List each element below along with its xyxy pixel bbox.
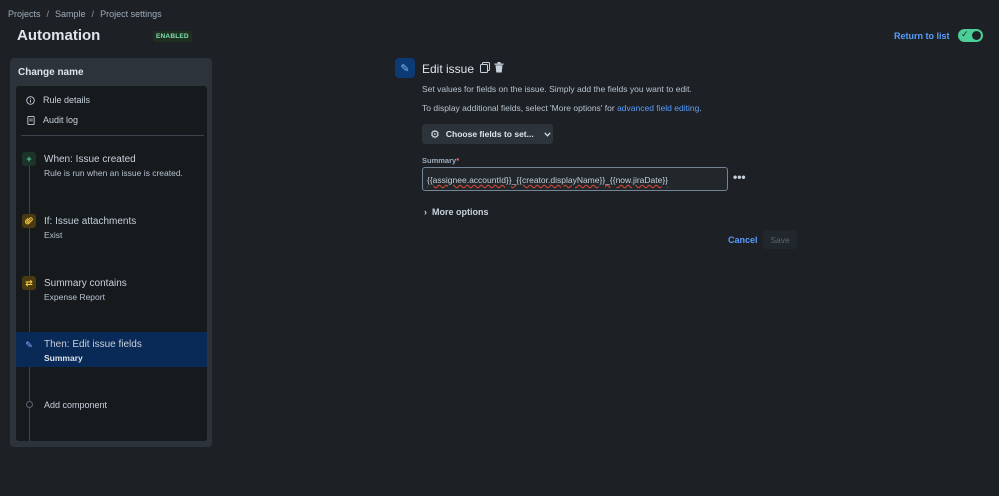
document-icon — [26, 115, 35, 125]
step-title: If: Issue attachments — [44, 216, 137, 227]
hint-suffix: . — [699, 103, 702, 113]
summary-input[interactable]: {{assignee.accountId}}_{{creator.display… — [422, 167, 728, 191]
audit-log-item[interactable]: Audit log — [26, 115, 78, 125]
step-subtitle: Rule is run when an issue is created. — [44, 168, 183, 178]
add-component-button[interactable]: Add component — [44, 400, 107, 410]
rule-component-list: Rule details Audit log + When: Issue cre… — [16, 86, 207, 441]
step-title: When: Issue created — [44, 154, 136, 165]
required-marker: * — [456, 156, 460, 165]
rule-name-button[interactable]: Change name — [18, 67, 84, 78]
copy-icon[interactable] — [480, 62, 490, 76]
chevron-right-icon: › — [424, 207, 427, 217]
breadcrumb-separator: / — [46, 9, 50, 19]
breadcrumb: Projects / Sample / Project settings — [8, 9, 162, 19]
gear-icon: ⚙ — [430, 128, 440, 141]
paperclip-icon — [22, 214, 36, 228]
toggle-knob — [972, 31, 981, 40]
rule-enabled-toggle[interactable]: ✓ — [958, 29, 983, 42]
plus-icon: + — [22, 152, 36, 166]
advanced-field-editing-link[interactable]: advanced field editing — [617, 103, 699, 113]
status-badge: ENABLED — [153, 31, 192, 42]
editor-description: Set values for fields on the issue. Simp… — [422, 84, 692, 94]
hint-text: To display additional fields, select 'Mo… — [422, 103, 618, 113]
choose-fields-label: Choose fields to set... — [445, 129, 534, 139]
check-icon: ✓ — [961, 29, 969, 39]
cancel-button[interactable]: Cancel — [728, 235, 758, 245]
step-subtitle: Exist — [44, 230, 63, 240]
breadcrumb-separator: / — [91, 9, 95, 19]
audit-log-label: Audit log — [43, 115, 79, 125]
breadcrumb-project-settings[interactable]: Project settings — [100, 9, 162, 19]
timeline-line — [29, 156, 30, 441]
pencil-icon: ✎ — [395, 58, 415, 78]
step-subtitle: Expense Report — [44, 292, 105, 302]
rule-details-label: Rule details — [43, 95, 91, 105]
editor-advanced-hint: To display additional fields, select 'Mo… — [422, 103, 702, 113]
step-title: Summary contains — [44, 278, 127, 289]
breadcrumb-sample[interactable]: Sample — [55, 9, 86, 19]
more-options-label: More options — [432, 207, 489, 217]
step-then-edit-issue-fields[interactable]: ✎ Then: Edit issue fields Summary — [16, 332, 207, 367]
rule-details-item[interactable]: Rule details — [26, 95, 90, 105]
more-options-toggle[interactable]: › More options — [424, 207, 489, 217]
page-title: Automation — [17, 27, 101, 44]
more-actions-icon[interactable]: ••• — [733, 170, 746, 184]
info-icon — [26, 95, 35, 105]
chevron-down-icon — [544, 129, 551, 139]
step-title: Then: Edit issue fields — [44, 339, 142, 350]
divider — [21, 135, 204, 136]
shuffle-icon: ⇄ — [22, 276, 36, 290]
step-subtitle: Summary — [44, 353, 83, 363]
editor-title: Edit issue — [422, 62, 475, 76]
save-button[interactable]: Save — [763, 230, 797, 249]
breadcrumb-projects[interactable]: Projects — [8, 9, 41, 19]
summary-field-label: Summary* — [422, 156, 459, 165]
summary-input-value: {{assignee.accountId}}_{{creator.display… — [427, 175, 669, 185]
summary-label-text: Summary — [422, 156, 457, 165]
choose-fields-button[interactable]: ⚙ Choose fields to set... — [422, 124, 553, 144]
return-to-list-link[interactable]: Return to list — [894, 31, 950, 41]
add-component-dot[interactable] — [26, 401, 33, 408]
trash-icon[interactable] — [494, 62, 504, 76]
rule-sidebar: Change name Rule details Audit log + Whe… — [10, 58, 212, 447]
pencil-icon: ✎ — [25, 339, 33, 350]
